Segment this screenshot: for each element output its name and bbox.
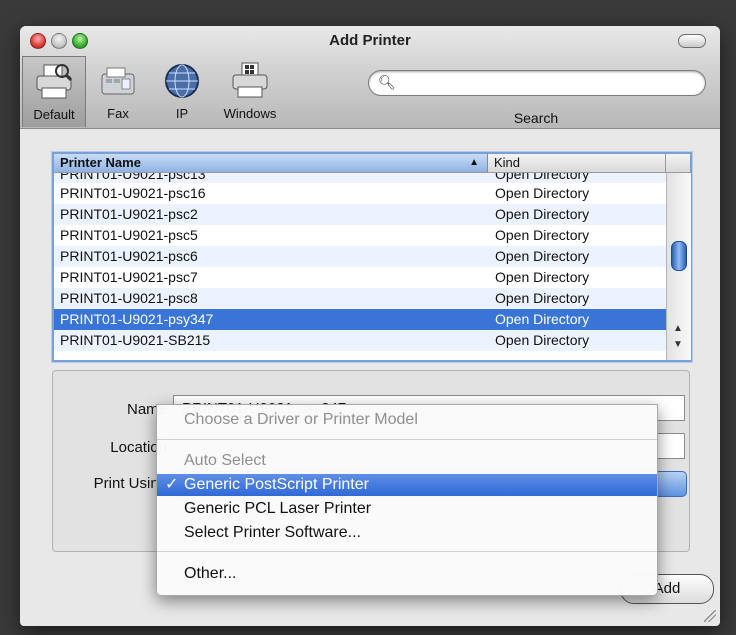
table-row[interactable]: PRINT01-U9021-psc2 Open Directory [54,204,666,225]
toolbar-label-windows: Windows [223,106,277,121]
printer-name-cell: PRINT01-U9021-psc5 [60,227,198,243]
driver-dropdown-menu: Choose a Driver or Printer Model Auto Se… [156,404,658,596]
printer-kind-cell: Open Directory [495,206,590,222]
print-using-label: Print Using [93,475,167,492]
printer-name-cell: PRINT01-U9021-psc6 [60,248,198,264]
table-row[interactable]: PRINT01-U9021-psc6 Open Directory [54,246,666,267]
list-header: Printer Name ▲ Kind [54,154,690,173]
title-bar: Add Printer Default Fax IP Windows 🔍︎ Se… [20,26,720,129]
printer-kind-cell: Open Directory [495,290,590,306]
printer-kind-cell: Open Directory [495,269,590,285]
menu-header: Choose a Driver or Printer Model [157,409,657,431]
printer-name-cell: PRINT01-U9021-psc13 [60,173,206,182]
search-input[interactable] [395,73,699,93]
menu-item-label: Generic PostScript Printer [184,476,369,493]
table-row[interactable]: PRINT01-U9021-psc16 Open Directory [54,183,666,204]
menu-item-label: Other... [184,565,237,582]
location-label: Location [110,439,167,456]
column-header-kind[interactable]: Kind [488,154,666,172]
toolbar-label-ip: IP [175,106,189,121]
menu-item-select-printer-software[interactable]: Select Printer Software... [157,522,657,544]
table-row[interactable]: PRINT01-U9021-psc5 Open Directory [54,225,666,246]
sort-ascending-icon: ▲ [469,157,479,168]
printer-name-cell: PRINT01-U9021-psc8 [60,290,198,306]
menu-item-label: Select Printer Software... [184,524,361,541]
table-row-selected[interactable]: PRINT01-U9021-psy347 Open Directory [54,309,666,330]
scroll-up-icon[interactable]: ▲ [673,323,683,334]
toolbar-item-windows[interactable]: Windows [212,60,288,121]
menu-item-generic-postscript[interactable]: ✓ Generic PostScript Printer [157,474,657,496]
table-row[interactable]: PRINT01-U9021-psc13 Open Directory [54,173,666,183]
menu-item-label: Generic PCL Laser Printer [184,500,372,517]
printer-kind-cell: Open Directory [495,185,590,201]
window-title: Add Printer [329,32,411,49]
column-header-printer-name-label: Printer Name [60,155,141,170]
toolbar-label-fax: Fax [107,106,129,121]
vertical-scrollbar[interactable]: ▲ ▼ [666,173,691,360]
printer-list[interactable]: Printer Name ▲ Kind PRINT01-U9021-psc13 … [52,152,692,362]
table-row[interactable]: PRINT01-U9021-SB215 Open Directory [54,330,666,351]
name-label: Name [126,401,167,418]
printer-kind-cell: Open Directory [495,311,590,327]
menu-item-label: Auto Select [184,452,266,469]
menu-item-other[interactable]: Other... [157,563,657,585]
printer-name-cell: PRINT01-U9021-psc7 [60,269,198,285]
checkmark-icon: ✓ [165,476,179,493]
globe-icon [160,60,204,102]
column-header-printer-name[interactable]: Printer Name ▲ [54,154,488,172]
toolbar-item-default[interactable]: Default [22,56,86,127]
windows-printer-icon [228,60,272,102]
default-printer-icon [32,61,76,103]
printer-name-cell: PRINT01-U9021-psc16 [60,185,206,201]
table-row[interactable]: PRINT01-U9021-psc8 Open Directory [54,288,666,309]
toolbar-item-ip[interactable]: IP [154,60,210,121]
resize-grip-icon[interactable] [704,610,716,622]
table-row[interactable]: PRINT01-U9021-psc7 Open Directory [54,267,666,288]
printer-kind-cell: Open Directory [495,248,590,264]
menu-item-generic-pcl[interactable]: Generic PCL Laser Printer [157,498,657,520]
scrollbar-thumb[interactable] [671,241,687,271]
toolbar-label-default: Default [33,107,75,122]
search-icon: 🔍︎ [378,74,396,90]
menu-header-label: Choose a Driver or Printer Model [184,411,418,428]
scroll-down-icon[interactable]: ▼ [673,339,683,350]
printer-kind-cell: Open Directory [495,332,590,348]
printer-kind-cell: Open Directory [495,173,590,182]
fax-icon [96,60,140,102]
menu-separator [157,439,657,440]
printer-rows: PRINT01-U9021-psc13 Open Directory PRINT… [54,173,666,360]
printer-name-cell: PRINT01-U9021-SB215 [60,332,211,348]
printer-name-cell: PRINT01-U9021-psc2 [60,206,198,222]
printer-name-cell: PRINT01-U9021-psy347 [60,311,214,327]
search-label: Search [513,110,559,126]
printer-kind-cell: Open Directory [495,227,590,243]
menu-item-auto-select: Auto Select [157,450,657,472]
menu-separator [157,551,657,552]
toolbar-item-fax[interactable]: Fax [90,60,146,121]
search-field[interactable]: 🔍︎ [368,70,706,96]
toolbar-toggle-button[interactable] [678,34,706,48]
